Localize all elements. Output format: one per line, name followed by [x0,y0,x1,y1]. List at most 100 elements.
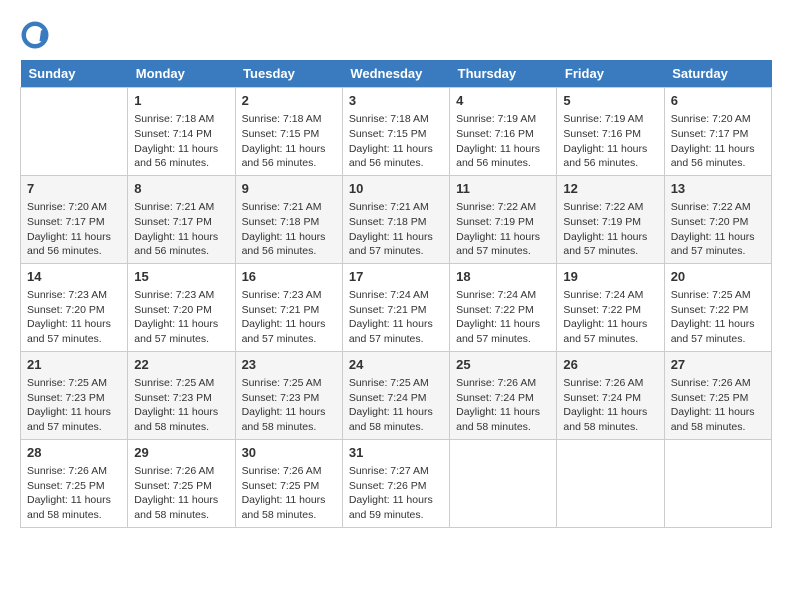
calendar-cell: 1 Sunrise: 7:18 AM Sunset: 7:14 PM Daylig… [128,88,235,176]
day-number: 9 [242,180,336,198]
calendar-cell: 22 Sunrise: 7:25 AM Sunset: 7:23 PM Dayli… [128,351,235,439]
day-number: 24 [349,356,443,374]
day-info: Sunrise: 7:20 AM Sunset: 7:17 PM Dayligh… [671,112,765,171]
day-info: Sunrise: 7:24 AM Sunset: 7:21 PM Dayligh… [349,288,443,347]
week-row-1: 7 Sunrise: 7:20 AM Sunset: 7:17 PM Daylig… [21,175,772,263]
day-number: 18 [456,268,550,286]
calendar-cell: 23Sunrise: 7:25 AM Sunset: 7:23 PM Dayli… [235,351,342,439]
day-number: 17 [349,268,443,286]
day-info: Sunrise: 7:24 AM Sunset: 7:22 PM Dayligh… [563,288,657,347]
day-number: 16 [242,268,336,286]
calendar-header: SundayMondayTuesdayWednesdayThursdayFrid… [21,60,772,88]
page-header [20,20,772,50]
day-info: Sunrise: 7:20 AM Sunset: 7:17 PM Dayligh… [27,200,121,259]
days-header-row: SundayMondayTuesdayWednesdayThursdayFrid… [21,60,772,88]
day-info: Sunrise: 7:27 AM Sunset: 7:26 PM Dayligh… [349,464,443,523]
day-info: Sunrise: 7:21 AM Sunset: 7:18 PM Dayligh… [242,200,336,259]
calendar-cell [450,439,557,527]
day-number: 26 [563,356,657,374]
day-info: Sunrise: 7:23 AM Sunset: 7:20 PM Dayligh… [134,288,228,347]
calendar-cell: 17 Sunrise: 7:24 AM Sunset: 7:21 PM Dayli… [342,263,449,351]
day-number: 14 [27,268,121,286]
calendar-cell: 18 Sunrise: 7:24 AM Sunset: 7:22 PM Dayli… [450,263,557,351]
day-header-sunday: Sunday [21,60,128,88]
day-info: Sunrise: 7:22 AM Sunset: 7:20 PM Dayligh… [671,200,765,259]
day-info: Sunrise: 7:21 AM Sunset: 7:18 PM Dayligh… [349,200,443,259]
day-info: Sunrise: 7:26 AM Sunset: 7:25 PM Dayligh… [27,464,121,523]
calendar-body: 1 Sunrise: 7:18 AM Sunset: 7:14 PM Daylig… [21,88,772,528]
day-info: Sunrise: 7:25 AM Sunset: 7:23 PM Dayligh… [242,376,336,435]
calendar-cell: 24 Sunrise: 7:25 AM Sunset: 7:24 PM Dayli… [342,351,449,439]
day-number: 31 [349,444,443,462]
week-row-2: 14 Sunrise: 7:23 AM Sunset: 7:20 PM Dayli… [21,263,772,351]
day-number: 27 [671,356,765,374]
logo [20,20,56,50]
day-info: Sunrise: 7:26 AM Sunset: 7:24 PM Dayligh… [563,376,657,435]
calendar-cell: 7 Sunrise: 7:20 AM Sunset: 7:17 PM Daylig… [21,175,128,263]
calendar-cell: 20Sunrise: 7:25 AM Sunset: 7:22 PM Dayli… [664,263,771,351]
day-info: Sunrise: 7:22 AM Sunset: 7:19 PM Dayligh… [563,200,657,259]
calendar-cell: 19 Sunrise: 7:24 AM Sunset: 7:22 PM Dayli… [557,263,664,351]
calendar-cell: 3 Sunrise: 7:18 AM Sunset: 7:15 PM Daylig… [342,88,449,176]
calendar-cell: 31 Sunrise: 7:27 AM Sunset: 7:26 PM Dayli… [342,439,449,527]
day-number: 6 [671,92,765,110]
calendar-cell: 8 Sunrise: 7:21 AM Sunset: 7:17 PM Daylig… [128,175,235,263]
day-number: 1 [134,92,228,110]
day-info: Sunrise: 7:25 AM Sunset: 7:23 PM Dayligh… [27,376,121,435]
day-header-wednesday: Wednesday [342,60,449,88]
day-number: 7 [27,180,121,198]
calendar-cell: 30 Sunrise: 7:26 AM Sunset: 7:25 PM Dayli… [235,439,342,527]
day-number: 12 [563,180,657,198]
day-info: Sunrise: 7:18 AM Sunset: 7:15 PM Dayligh… [349,112,443,171]
day-number: 19 [563,268,657,286]
calendar-cell: 10Sunrise: 7:21 AM Sunset: 7:18 PM Dayli… [342,175,449,263]
day-number: 25 [456,356,550,374]
day-info: Sunrise: 7:22 AM Sunset: 7:19 PM Dayligh… [456,200,550,259]
calendar-table: SundayMondayTuesdayWednesdayThursdayFrid… [20,60,772,528]
logo-icon [20,20,50,50]
day-header-tuesday: Tuesday [235,60,342,88]
day-info: Sunrise: 7:18 AM Sunset: 7:14 PM Dayligh… [134,112,228,171]
calendar-cell [664,439,771,527]
day-number: 3 [349,92,443,110]
day-number: 2 [242,92,336,110]
day-info: Sunrise: 7:24 AM Sunset: 7:22 PM Dayligh… [456,288,550,347]
calendar-cell: 13Sunrise: 7:22 AM Sunset: 7:20 PM Dayli… [664,175,771,263]
calendar-cell: 15 Sunrise: 7:23 AM Sunset: 7:20 PM Dayli… [128,263,235,351]
day-info: Sunrise: 7:19 AM Sunset: 7:16 PM Dayligh… [563,112,657,171]
day-info: Sunrise: 7:19 AM Sunset: 7:16 PM Dayligh… [456,112,550,171]
calendar-cell: 5Sunrise: 7:19 AM Sunset: 7:16 PM Daylig… [557,88,664,176]
day-number: 21 [27,356,121,374]
day-number: 28 [27,444,121,462]
day-number: 8 [134,180,228,198]
calendar-cell: 9 Sunrise: 7:21 AM Sunset: 7:18 PM Daylig… [235,175,342,263]
day-info: Sunrise: 7:23 AM Sunset: 7:21 PM Dayligh… [242,288,336,347]
day-info: Sunrise: 7:26 AM Sunset: 7:25 PM Dayligh… [134,464,228,523]
day-header-friday: Friday [557,60,664,88]
day-number: 30 [242,444,336,462]
day-number: 15 [134,268,228,286]
day-info: Sunrise: 7:25 AM Sunset: 7:24 PM Dayligh… [349,376,443,435]
week-row-3: 21 Sunrise: 7:25 AM Sunset: 7:23 PM Dayli… [21,351,772,439]
calendar-cell: 2 Sunrise: 7:18 AM Sunset: 7:15 PM Daylig… [235,88,342,176]
day-info: Sunrise: 7:21 AM Sunset: 7:17 PM Dayligh… [134,200,228,259]
day-info: Sunrise: 7:25 AM Sunset: 7:23 PM Dayligh… [134,376,228,435]
day-header-thursday: Thursday [450,60,557,88]
calendar-cell: 29Sunrise: 7:26 AM Sunset: 7:25 PM Dayli… [128,439,235,527]
week-row-4: 28 Sunrise: 7:26 AM Sunset: 7:25 PM Dayli… [21,439,772,527]
day-info: Sunrise: 7:26 AM Sunset: 7:24 PM Dayligh… [456,376,550,435]
day-header-saturday: Saturday [664,60,771,88]
calendar-cell: 4Sunrise: 7:19 AM Sunset: 7:16 PM Daylig… [450,88,557,176]
day-info: Sunrise: 7:23 AM Sunset: 7:20 PM Dayligh… [27,288,121,347]
day-info: Sunrise: 7:26 AM Sunset: 7:25 PM Dayligh… [671,376,765,435]
calendar-cell: 12 Sunrise: 7:22 AM Sunset: 7:19 PM Dayli… [557,175,664,263]
day-info: Sunrise: 7:18 AM Sunset: 7:15 PM Dayligh… [242,112,336,171]
day-number: 20 [671,268,765,286]
day-info: Sunrise: 7:26 AM Sunset: 7:25 PM Dayligh… [242,464,336,523]
calendar-cell [557,439,664,527]
day-number: 22 [134,356,228,374]
week-row-0: 1 Sunrise: 7:18 AM Sunset: 7:14 PM Daylig… [21,88,772,176]
calendar-cell: 16 Sunrise: 7:23 AM Sunset: 7:21 PM Dayli… [235,263,342,351]
calendar-cell: 21 Sunrise: 7:25 AM Sunset: 7:23 PM Dayli… [21,351,128,439]
calendar-cell: 26 Sunrise: 7:26 AM Sunset: 7:24 PM Dayli… [557,351,664,439]
